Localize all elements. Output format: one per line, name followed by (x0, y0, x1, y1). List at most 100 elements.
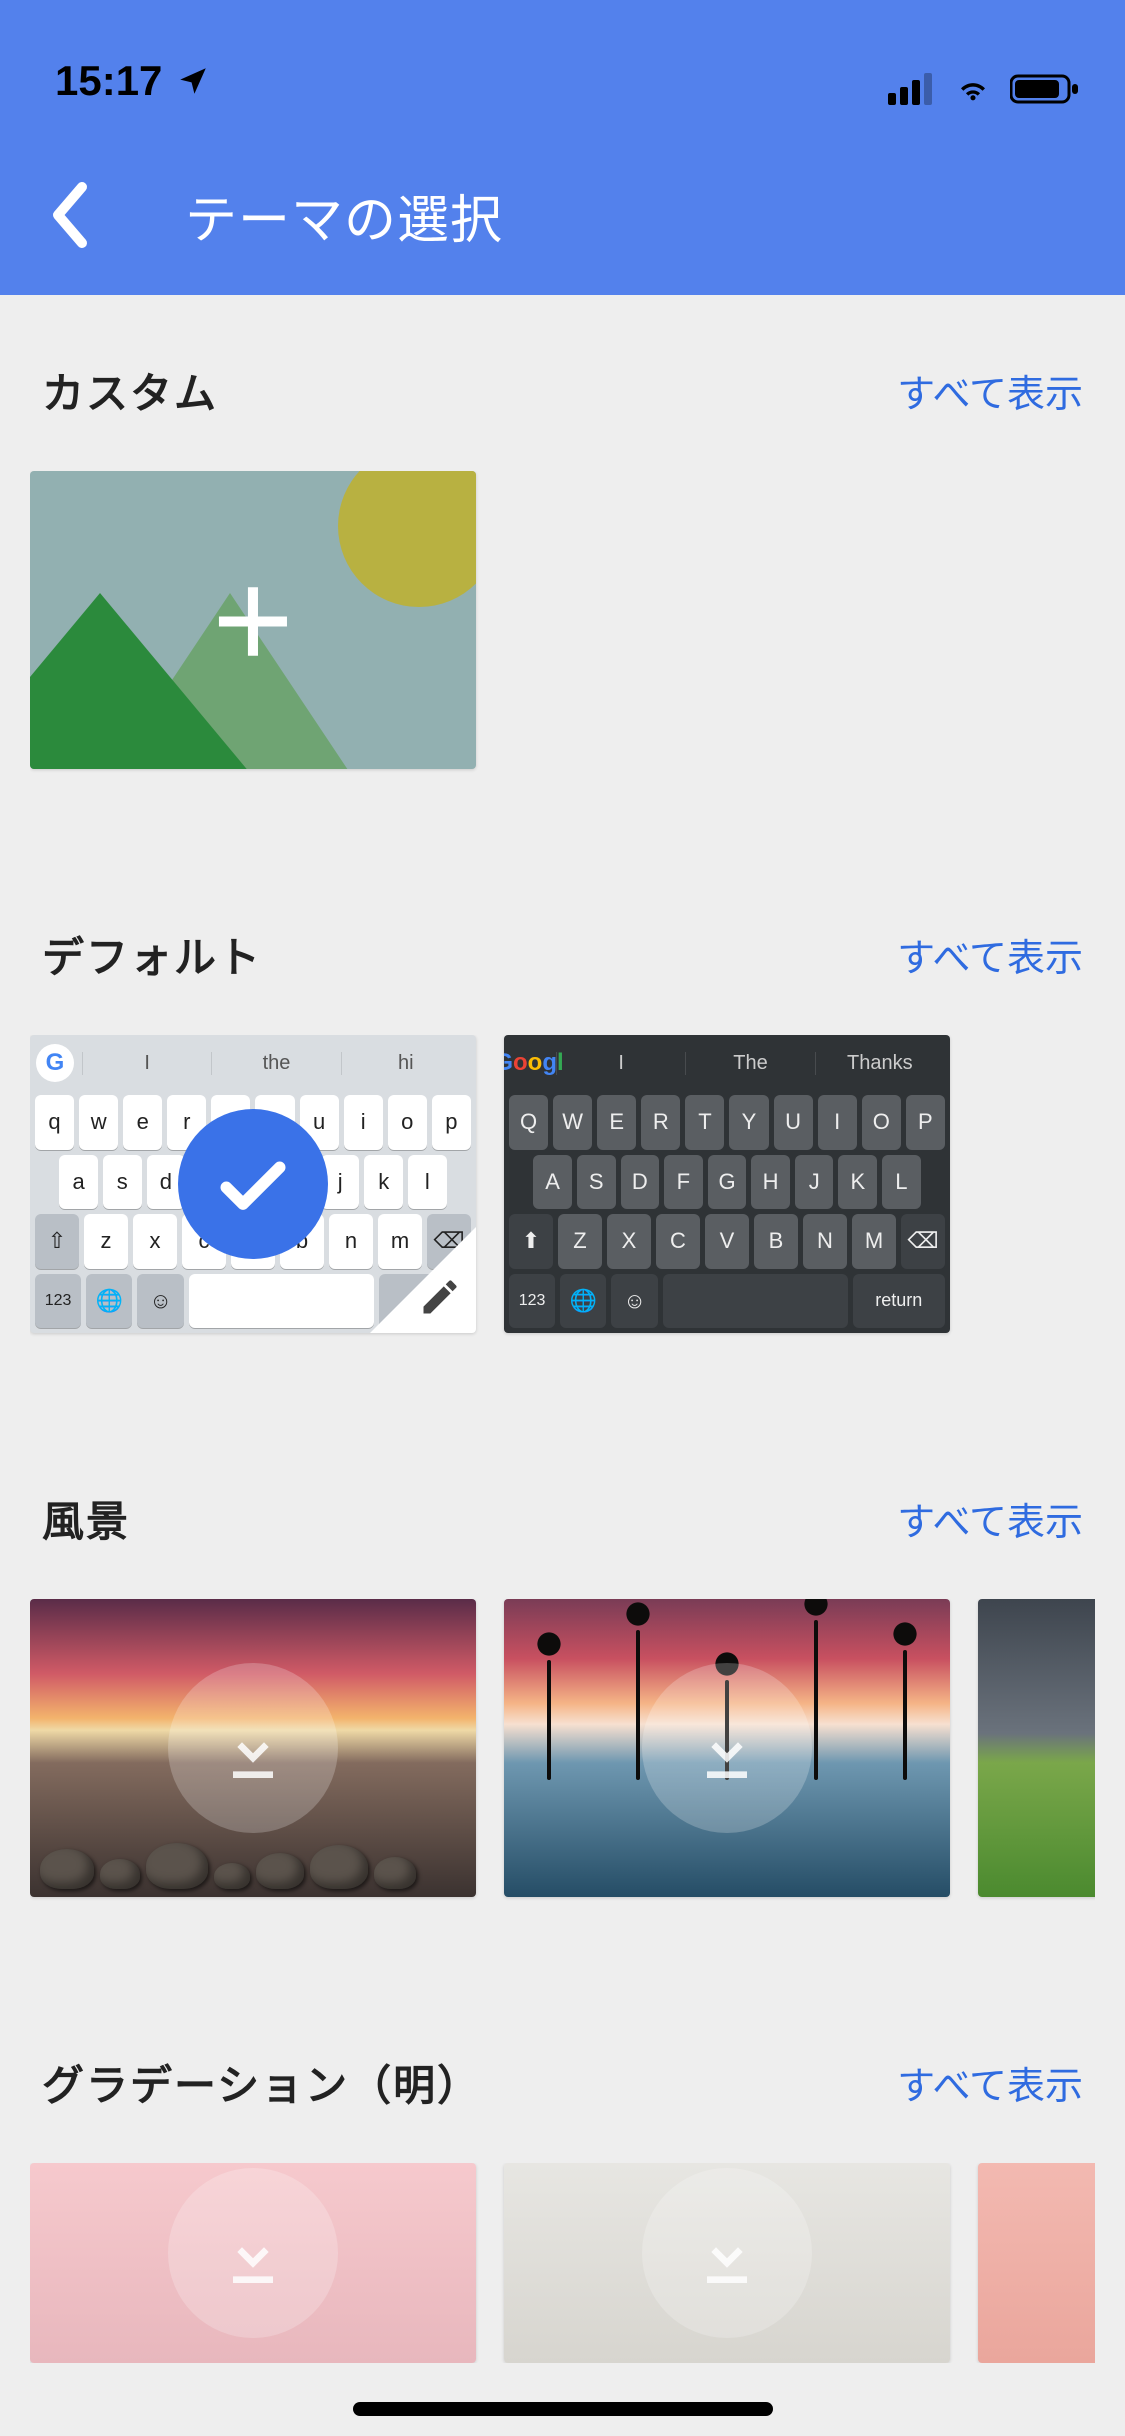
key: k (364, 1155, 403, 1210)
emoji-key: ☺ (611, 1274, 657, 1329)
key: D (621, 1155, 660, 1210)
key: J (795, 1155, 834, 1210)
theme-scenery-2[interactable] (504, 1599, 950, 1897)
theme-gradient-1[interactable] (30, 2163, 476, 2363)
theme-scenery-3[interactable] (978, 1599, 1095, 1897)
suggestion: I (82, 1052, 211, 1075)
status-time: 15:17 (55, 57, 162, 105)
download-icon (642, 2168, 812, 2338)
download-icon (642, 1663, 812, 1833)
key: Z (558, 1214, 602, 1269)
status-bar: 15:17 (0, 0, 1125, 135)
suggestion: The (685, 1052, 814, 1075)
key: C (656, 1214, 700, 1269)
return-key: return (853, 1274, 945, 1329)
backspace-key: ⌫ (901, 1214, 945, 1269)
key: F (664, 1155, 703, 1210)
key: e (123, 1095, 162, 1150)
google-icon: G (36, 1044, 74, 1082)
show-all-scenery[interactable]: すべて表示 (897, 1491, 1083, 1546)
page-title: テーマの選択 (185, 178, 503, 253)
key: X (607, 1214, 651, 1269)
key: z (84, 1214, 128, 1269)
theme-gradient-3[interactable] (978, 2163, 1095, 2363)
tile-row-gradient (30, 2163, 1095, 2363)
key: N (803, 1214, 847, 1269)
status-time-group: 15:17 (55, 57, 210, 105)
key: A (533, 1155, 572, 1210)
key: o (388, 1095, 427, 1150)
section-gradient: グラデーション（明） すべて表示 (0, 1987, 1125, 2363)
key: i (344, 1095, 383, 1150)
key: n (329, 1214, 373, 1269)
shift-key: ⬆ (509, 1214, 553, 1269)
key: w (79, 1095, 118, 1150)
section-title-scenery: 風景 (42, 1488, 130, 1549)
key: P (906, 1095, 945, 1150)
keyboard-suggestion-bar: G I the hi (30, 1035, 476, 1091)
globe-key: 🌐 (86, 1274, 132, 1329)
theme-default-light[interactable]: G I the hi qwertyuiop asdfghjkl ⇧ zxcvbn… (30, 1035, 476, 1333)
tile-row-custom: + (30, 471, 1095, 859)
edit-icon[interactable] (418, 1275, 462, 1319)
key: O (862, 1095, 901, 1150)
section-title-gradient: グラデーション（明） (42, 2052, 481, 2113)
suggestion: I (556, 1052, 685, 1075)
key: G (708, 1155, 747, 1210)
cellular-icon (888, 73, 936, 105)
suggestion: the (211, 1052, 340, 1075)
key: q (35, 1095, 74, 1150)
key: U (774, 1095, 813, 1150)
key: I (818, 1095, 857, 1150)
key: R (641, 1095, 680, 1150)
keyboard-suggestion-bar: Googl I The Thanks (504, 1035, 950, 1091)
section-scenery: 風景 すべて表示 (0, 1423, 1125, 1987)
google-icon: Googl (510, 1044, 548, 1082)
tile-row-default: G I the hi qwertyuiop asdfghjkl ⇧ zxcvbn… (30, 1035, 1095, 1423)
location-icon (176, 64, 210, 98)
show-all-gradient[interactable]: すべて表示 (897, 2055, 1083, 2110)
section-title-custom: カスタム (42, 360, 218, 421)
section-header-gradient: グラデーション（明） すべて表示 (30, 1987, 1095, 2163)
globe-key: 🌐 (560, 1274, 606, 1329)
key: l (408, 1155, 447, 1210)
theme-scenery-1[interactable] (30, 1599, 476, 1897)
key: V (705, 1214, 749, 1269)
theme-gradient-2[interactable] (504, 2163, 950, 2363)
key: s (103, 1155, 142, 1210)
status-indicators (888, 73, 1080, 105)
key: x (133, 1214, 177, 1269)
keyboard-row: 123 🌐 ☺ return (509, 1274, 945, 1329)
keyboard-row: QWERTYUIOP (509, 1095, 945, 1150)
section-title-default: デフォルト (42, 924, 262, 985)
section-default: デフォルト すべて表示 G I the hi qwertyuiop asdfgh… (0, 859, 1125, 1423)
numbers-key: 123 (509, 1274, 555, 1329)
section-header-default: デフォルト すべて表示 (30, 859, 1095, 1035)
selected-check-icon (178, 1109, 328, 1259)
emoji-key: ☺ (137, 1274, 183, 1329)
show-all-custom[interactable]: すべて表示 (897, 363, 1083, 418)
theme-default-dark[interactable]: Googl I The Thanks QWERTYUIOP ASDFGHJKL … (504, 1035, 950, 1333)
download-icon (168, 1663, 338, 1833)
key: a (59, 1155, 98, 1210)
download-icon (168, 2168, 338, 2338)
home-indicator[interactable] (353, 2402, 773, 2416)
suggestion: Thanks (815, 1052, 944, 1075)
key: H (751, 1155, 790, 1210)
key: B (754, 1214, 798, 1269)
key: E (597, 1095, 636, 1150)
key: T (685, 1095, 724, 1150)
key: L (882, 1155, 921, 1210)
key: Y (729, 1095, 768, 1150)
section-custom: カスタム すべて表示 + (0, 295, 1125, 859)
suggestion: hi (341, 1052, 470, 1075)
keyboard-rows: QWERTYUIOP ASDFGHJKL ⬆ ZXCVBNM ⌫ 123 🌐 ☺ (504, 1091, 950, 1333)
key: p (432, 1095, 471, 1150)
tile-row-scenery (30, 1599, 1095, 1987)
space-key (663, 1274, 848, 1329)
back-icon[interactable] (45, 175, 95, 255)
plus-icon: + (212, 550, 294, 690)
wifi-icon (950, 73, 996, 105)
show-all-default[interactable]: すべて表示 (897, 927, 1083, 982)
add-custom-theme-tile[interactable]: + (30, 471, 476, 769)
